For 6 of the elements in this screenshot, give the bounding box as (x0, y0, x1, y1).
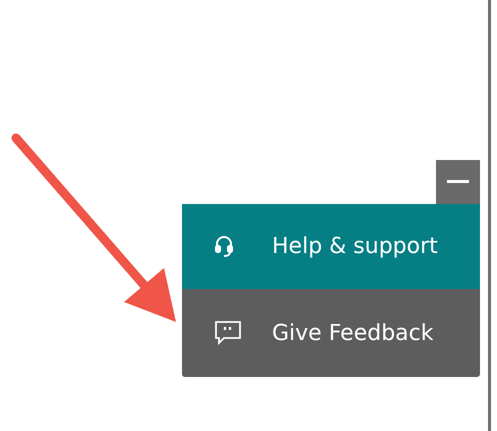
headset-icon (214, 234, 234, 258)
comment-icon (214, 320, 242, 346)
minimize-button[interactable] (436, 160, 480, 204)
minimize-icon (447, 180, 469, 184)
help-support-button[interactable]: Help & support (182, 204, 480, 289)
feedback-button[interactable]: Give Feedback (182, 289, 480, 377)
